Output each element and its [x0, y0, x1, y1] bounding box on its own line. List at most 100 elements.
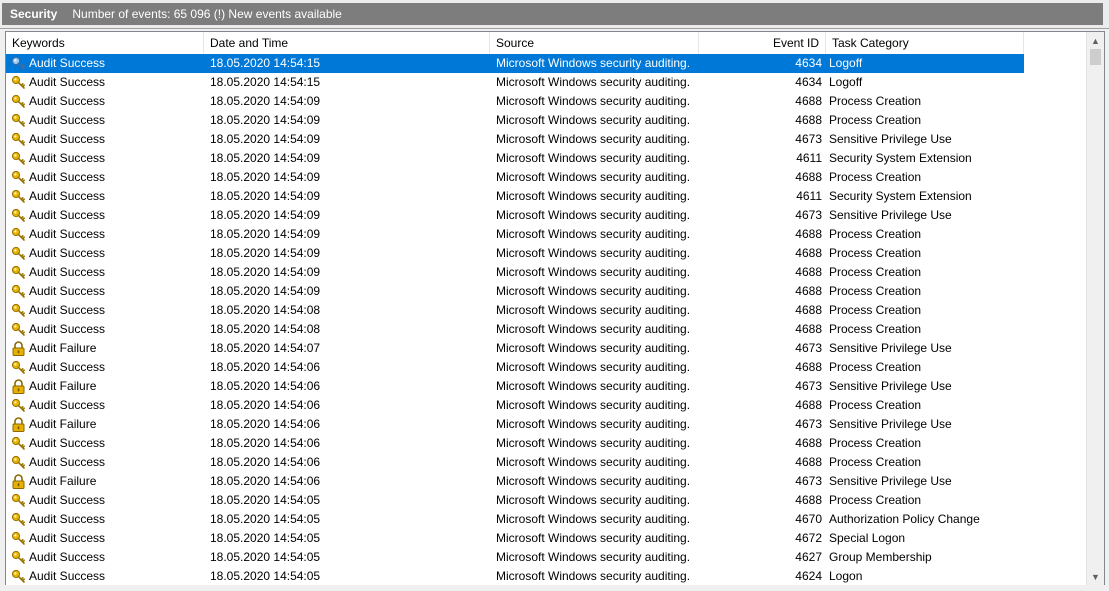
keyword-text: Audit Success — [29, 550, 106, 564]
column-header-task-category[interactable]: Task Category — [826, 32, 1024, 54]
keyword-cell: Audit Success — [6, 396, 204, 415]
event-row[interactable]: Audit Success 18.05.2020 14:54:06 Microsof… — [6, 396, 1024, 415]
event-row[interactable]: Audit Success 18.05.2020 14:54:06 Microsof… — [6, 453, 1024, 472]
task-category-cell: Process Creation — [829, 436, 922, 450]
scrollbar-thumb[interactable] — [1090, 49, 1101, 65]
source-cell: Microsoft Windows security auditing. — [496, 550, 691, 564]
column-header-event-id[interactable]: Event ID — [699, 32, 826, 54]
keyword-text: Audit Success — [29, 284, 106, 298]
task-category-cell: Process Creation — [829, 265, 922, 279]
datetime-cell: 18.05.2020 14:54:09 — [210, 208, 321, 222]
event-row[interactable]: Audit Success 18.05.2020 14:54:05 Microsof… — [6, 548, 1024, 567]
keyword-text: Audit Success — [29, 189, 106, 203]
event-row[interactable]: Audit Success 18.05.2020 14:54:06 Microsof… — [6, 434, 1024, 453]
keyword-cell: Audit Failure — [6, 339, 204, 358]
event-row[interactable]: Audit Success 18.05.2020 14:54:09 Microsof… — [6, 187, 1024, 206]
event-row[interactable]: Audit Success 18.05.2020 14:54:06 Microsof… — [6, 358, 1024, 377]
event-row[interactable]: Audit Success 18.05.2020 14:54:05 Microsof… — [6, 510, 1024, 529]
keyword-cell: Audit Success — [6, 54, 204, 73]
event-row[interactable]: Audit Success 18.05.2020 14:54:09 Microsof… — [6, 130, 1024, 149]
datetime-cell: 18.05.2020 14:54:08 — [210, 322, 321, 336]
log-title: Security — [10, 7, 58, 21]
event-id-cell: 4688 — [795, 246, 822, 260]
event-row[interactable]: Audit Success 18.05.2020 14:54:09 Microsof… — [6, 206, 1024, 225]
task-category-cell: Security System Extension — [829, 189, 972, 203]
event-row[interactable]: Audit Failure 18.05.2020 14:54:06 Microsof… — [6, 472, 1024, 491]
source-cell: Microsoft Windows security auditing. — [496, 493, 691, 507]
keyword-text: Audit Success — [29, 531, 106, 545]
padlock-icon — [11, 341, 26, 356]
datetime-cell: 18.05.2020 14:54:05 — [210, 493, 321, 507]
event-row[interactable]: Audit Success 18.05.2020 14:54:09 Microsof… — [6, 263, 1024, 282]
key-icon — [11, 303, 26, 318]
task-category-cell: Process Creation — [829, 303, 922, 317]
source-cell: Microsoft Windows security auditing. — [496, 208, 691, 222]
event-id-cell: 4673 — [795, 417, 822, 431]
datetime-cell: 18.05.2020 14:54:05 — [210, 512, 321, 526]
keyword-text: Audit Success — [29, 75, 106, 89]
events-panel: Keywords Date and Time Source Event ID T… — [5, 31, 1105, 586]
key-icon — [11, 94, 26, 109]
event-id-cell: 4673 — [795, 132, 822, 146]
keyword-cell: Audit Success — [6, 73, 204, 92]
event-row[interactable]: Audit Failure 18.05.2020 14:54:06 Microsof… — [6, 377, 1024, 396]
event-row[interactable]: Audit Success 18.05.2020 14:54:09 Microsof… — [6, 111, 1024, 130]
event-row[interactable]: Audit Success 18.05.2020 14:54:09 Microsof… — [6, 244, 1024, 263]
event-id-cell: 4688 — [795, 284, 822, 298]
source-cell: Microsoft Windows security auditing. — [496, 455, 691, 469]
scroll-up-arrow-icon[interactable]: ▲ — [1087, 32, 1104, 49]
task-category-cell: Process Creation — [829, 398, 922, 412]
datetime-cell: 18.05.2020 14:54:15 — [210, 56, 321, 70]
key-icon — [11, 56, 26, 71]
keyword-cell: Audit Success — [6, 453, 204, 472]
task-category-cell: Sensitive Privilege Use — [829, 379, 952, 393]
key-icon — [11, 227, 26, 242]
keyword-text: Audit Success — [29, 360, 106, 374]
datetime-cell: 18.05.2020 14:54:09 — [210, 265, 321, 279]
source-cell: Microsoft Windows security auditing. — [496, 189, 691, 203]
event-id-cell: 4688 — [795, 398, 822, 412]
column-header-date-time[interactable]: Date and Time — [204, 32, 490, 54]
event-row[interactable]: Audit Success 18.05.2020 14:54:09 Microsof… — [6, 149, 1024, 168]
scroll-down-arrow-icon[interactable]: ▼ — [1087, 568, 1104, 585]
event-row[interactable]: Audit Success 18.05.2020 14:54:09 Microsof… — [6, 225, 1024, 244]
event-row[interactable]: Audit Success 18.05.2020 14:54:15 Microsof… — [6, 54, 1024, 73]
keyword-text: Audit Success — [29, 113, 106, 127]
keyword-text: Audit Failure — [29, 379, 97, 393]
source-cell: Microsoft Windows security auditing. — [496, 512, 691, 526]
source-cell: Microsoft Windows security auditing. — [496, 531, 691, 545]
event-row[interactable]: Audit Failure 18.05.2020 14:54:06 Microsof… — [6, 415, 1024, 434]
keyword-text: Audit Success — [29, 246, 106, 260]
keyword-cell: Audit Success — [6, 263, 204, 282]
event-id-cell: 4688 — [795, 170, 822, 184]
datetime-cell: 18.05.2020 14:54:09 — [210, 227, 321, 241]
event-row[interactable]: Audit Success 18.05.2020 14:54:08 Microsof… — [6, 320, 1024, 339]
event-row[interactable]: Audit Success 18.05.2020 14:54:15 Microsof… — [6, 73, 1024, 92]
event-row[interactable]: Audit Success 18.05.2020 14:54:09 Microsof… — [6, 92, 1024, 111]
event-row[interactable]: Audit Success 18.05.2020 14:54:09 Microsof… — [6, 282, 1024, 301]
source-cell: Microsoft Windows security auditing. — [496, 398, 691, 412]
event-row[interactable]: Audit Success 18.05.2020 14:54:05 Microsof… — [6, 567, 1024, 585]
column-header-source[interactable]: Source — [490, 32, 699, 54]
event-row[interactable]: Audit Success 18.05.2020 14:54:08 Microsof… — [6, 301, 1024, 320]
event-id-cell: 4627 — [795, 550, 822, 564]
datetime-cell: 18.05.2020 14:54:06 — [210, 436, 321, 450]
keyword-cell: Audit Success — [6, 149, 204, 168]
key-icon — [11, 398, 26, 413]
event-id-cell: 4624 — [795, 569, 822, 583]
column-header-keywords[interactable]: Keywords — [6, 32, 204, 54]
datetime-cell: 18.05.2020 14:54:09 — [210, 113, 321, 127]
source-cell: Microsoft Windows security auditing. — [496, 379, 691, 393]
datetime-cell: 18.05.2020 14:54:06 — [210, 360, 321, 374]
vertical-scrollbar[interactable]: ▲ ▼ — [1086, 32, 1104, 585]
keyword-cell: Audit Failure — [6, 377, 204, 396]
key-icon — [11, 265, 26, 280]
keyword-cell: Audit Success — [6, 510, 204, 529]
event-count-info: Number of events: 65 096 (!) New events … — [72, 7, 342, 21]
event-row[interactable]: Audit Success 18.05.2020 14:54:05 Microsof… — [6, 529, 1024, 548]
keyword-cell: Audit Success — [6, 244, 204, 263]
keyword-cell: Audit Success — [6, 168, 204, 187]
event-row[interactable]: Audit Failure 18.05.2020 14:54:07 Microsof… — [6, 339, 1024, 358]
event-row[interactable]: Audit Success 18.05.2020 14:54:09 Microsof… — [6, 168, 1024, 187]
event-row[interactable]: Audit Success 18.05.2020 14:54:05 Microsof… — [6, 491, 1024, 510]
